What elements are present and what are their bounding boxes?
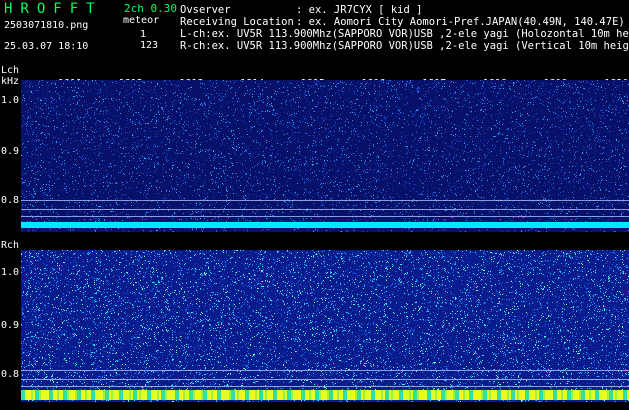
unit-label: kHz	[1, 76, 19, 87]
observer-value: : ex. JR7CYX [ kid ]	[296, 4, 422, 16]
rch-spectrogram	[21, 250, 629, 402]
observer-label: Ovserver	[180, 4, 231, 16]
location-label: Receiving Location	[180, 16, 294, 28]
meteor-count-rch: 123	[140, 40, 158, 51]
location-value: : ex. Aomori City Aomori-Pref.JAPAN(40.4…	[296, 16, 625, 28]
lch-spectrogram	[21, 80, 629, 232]
datetime: 25.03.07 18:10	[4, 41, 88, 52]
lch-waterfall	[21, 80, 629, 232]
rch-description: R-ch:ex. UV5R 113.900Mhz(SAPPORO VOR)USB…	[180, 40, 629, 52]
lch-description: L-ch:ex. UV5R 113.900Mhz(SAPPORO VOR)USB…	[180, 28, 629, 40]
app-title: HROFFT	[4, 1, 103, 17]
rch-waterfall	[21, 250, 629, 402]
lch-label: Lch	[1, 65, 19, 76]
rch-ytick-0-8: 0.8	[1, 369, 19, 380]
lch-ytick-1-0: 1.0	[1, 95, 19, 106]
meteor-label: meteor	[123, 15, 159, 26]
lch-ytick-0-8: 0.8	[1, 195, 19, 206]
meteor-count-lch: 1	[140, 29, 146, 40]
mode-label: 2ch 0.30	[124, 2, 177, 15]
rch-label: Rch	[1, 240, 19, 251]
lch-ytick-0-9: 0.9	[1, 146, 19, 157]
rch-ytick-0-9: 0.9	[1, 320, 19, 331]
rch-ytick-1-0: 1.0	[1, 267, 19, 278]
file-name: 2503071810.png	[4, 20, 88, 31]
